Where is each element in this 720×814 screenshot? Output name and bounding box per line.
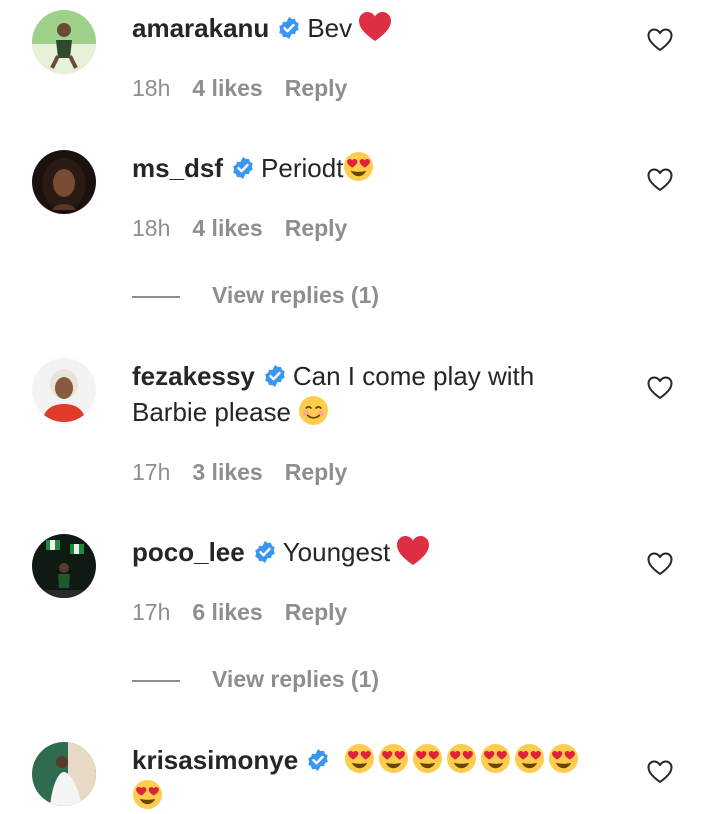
- like-heart-icon[interactable]: [647, 376, 673, 400]
- avatar[interactable]: [32, 150, 96, 214]
- emoji-row: [344, 745, 579, 775]
- view-replies-label: View replies (1): [212, 666, 380, 692]
- verified-badge-icon: [231, 156, 255, 180]
- verified-badge-icon: [263, 364, 287, 388]
- comment-time: 18h: [132, 215, 171, 241]
- red-heart-emoji-icon: [396, 535, 430, 567]
- divider-line: [132, 679, 180, 682]
- heart-eyes-emoji-icon: [548, 743, 579, 774]
- comment-text: fezakessy Can I come play with Barbie plea…: [132, 358, 592, 430]
- heart-eyes-emoji-icon: [412, 743, 443, 774]
- comment-body-line1: Can I come play with: [292, 361, 535, 391]
- avatar[interactable]: [32, 534, 96, 598]
- reply-button[interactable]: Reply: [285, 599, 348, 625]
- view-replies-button[interactable]: View replies (1): [132, 280, 379, 310]
- view-replies-button[interactable]: View replies (1): [132, 664, 379, 694]
- avatar[interactable]: [32, 10, 96, 74]
- verified-badge-icon: [277, 16, 301, 40]
- comment-meta: 18h 4 likes Reply: [132, 214, 369, 242]
- divider-line: [132, 295, 180, 298]
- reply-button[interactable]: Reply: [285, 215, 348, 241]
- reply-button[interactable]: Reply: [285, 459, 348, 485]
- heart-eyes-emoji-icon: [132, 779, 163, 810]
- username[interactable]: ms_dsf: [132, 153, 223, 183]
- like-heart-icon[interactable]: [647, 28, 673, 52]
- likes-count[interactable]: 3 likes: [192, 459, 262, 485]
- comment-text: amarakanu Bev: [132, 10, 592, 46]
- avatar[interactable]: [32, 742, 96, 806]
- likes-count[interactable]: 4 likes: [192, 75, 262, 101]
- likes-count[interactable]: 4 likes: [192, 215, 262, 241]
- comment-meta: 17h 6 likes Reply: [132, 598, 369, 626]
- heart-eyes-emoji-icon: [343, 151, 374, 182]
- comment-time: 17h: [132, 599, 171, 625]
- comment-body: Bev: [307, 13, 353, 43]
- avatar[interactable]: [32, 358, 96, 422]
- comment-text: ms_dsf Periodt: [132, 150, 592, 186]
- smiling-face-emoji-icon: [298, 395, 329, 426]
- username[interactable]: krisasimonye: [132, 745, 298, 775]
- heart-eyes-emoji-icon: [378, 743, 409, 774]
- comment-body-line2: Barbie please: [132, 397, 291, 427]
- username[interactable]: fezakessy: [132, 361, 255, 391]
- likes-count[interactable]: 6 likes: [192, 599, 262, 625]
- heart-eyes-emoji-icon: [446, 743, 477, 774]
- comment-text: poco_lee Youngest: [132, 534, 592, 570]
- heart-eyes-emoji-icon: [480, 743, 511, 774]
- verified-badge-icon: [253, 540, 277, 564]
- like-heart-icon[interactable]: [647, 168, 673, 192]
- comment-body: Youngest: [282, 537, 391, 567]
- like-heart-icon[interactable]: [647, 552, 673, 576]
- heart-eyes-emoji-icon: [514, 743, 545, 774]
- username[interactable]: poco_lee: [132, 537, 245, 567]
- red-heart-emoji-icon: [358, 11, 392, 43]
- username[interactable]: amarakanu: [132, 13, 269, 43]
- reply-button[interactable]: Reply: [285, 75, 348, 101]
- comment-text: krisasimonye: [132, 742, 592, 814]
- like-heart-icon[interactable]: [647, 760, 673, 784]
- heart-eyes-emoji-icon: [344, 743, 375, 774]
- comment-time: 18h: [132, 75, 171, 101]
- comment-time: 17h: [132, 459, 171, 485]
- view-replies-label: View replies (1): [212, 282, 380, 308]
- comment-body: Periodt: [261, 153, 344, 183]
- comment-meta: 18h 4 likes Reply: [132, 74, 369, 102]
- verified-badge-icon: [306, 748, 330, 772]
- comment-meta: 17h 3 likes Reply: [132, 458, 369, 486]
